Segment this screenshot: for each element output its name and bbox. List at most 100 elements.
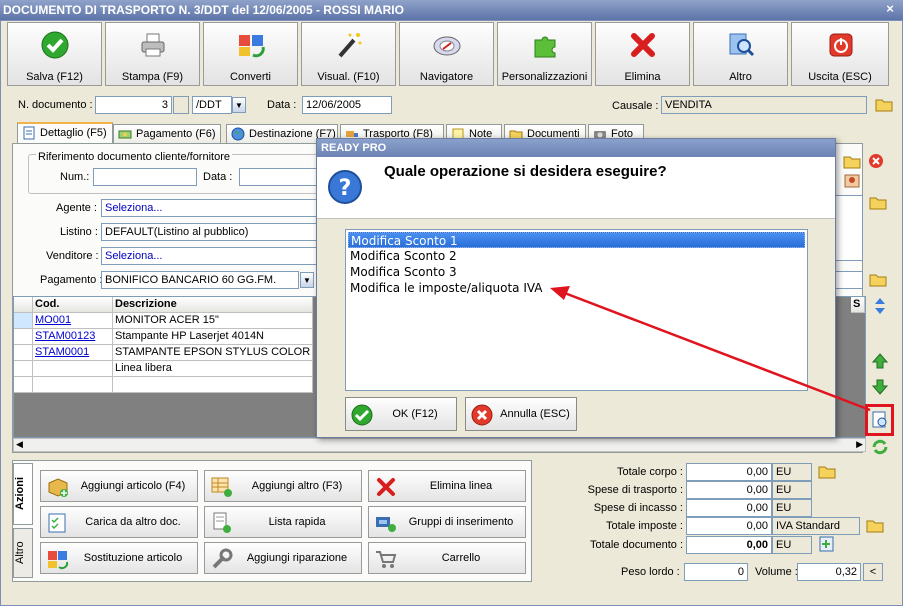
grid-cell-cod[interactable] (33, 377, 113, 393)
question-icon: ? (328, 170, 362, 204)
grid-cell-desc[interactable]: MONITOR ACER 15" (113, 313, 313, 329)
date-input[interactable]: 12/06/2005 (302, 96, 392, 114)
option-sconto-2[interactable]: Modifica Sconto 2 (348, 248, 805, 264)
tab-altro[interactable]: Altro (13, 528, 33, 578)
save-label: Salva (F12) (26, 71, 83, 83)
grid-cell-cod[interactable]: STAM00123 (33, 329, 113, 345)
checklist-icon (48, 513, 66, 533)
grid-corner (14, 297, 33, 313)
doc-total-label: Totale documento : (590, 539, 683, 551)
weight-value[interactable]: 0 (684, 563, 748, 581)
causale-input[interactable]: VENDITA (661, 96, 867, 114)
cart-button[interactable]: Carrello (368, 542, 526, 574)
notes-folder-icon[interactable] (869, 193, 887, 211)
power-icon (829, 33, 853, 57)
add-article-label: Aggiungi articolo (F4) (80, 480, 186, 492)
replace-icon (48, 551, 69, 570)
window-title: DOCUMENTO DI TRASPORTO N. 3/DDT del 12/0… (3, 3, 404, 17)
navigator-label: Navigatore (419, 71, 474, 83)
window-close-button[interactable]: × (883, 2, 897, 16)
annotation-arrow (550, 286, 871, 412)
ndoc-spin[interactable] (173, 96, 189, 114)
option-sconto-1[interactable]: Modifica Sconto 1 (348, 232, 805, 248)
magic-wand-icon (338, 33, 362, 58)
ndoc-input[interactable]: 3 (95, 96, 172, 114)
pagamento-select[interactable]: BONIFICO BANCARIO 60 GG.FM. (101, 271, 299, 289)
dialog-ok-button[interactable]: OK (F12) (345, 397, 457, 431)
save-button[interactable]: Salva (F12) (7, 22, 102, 86)
scroll-left-icon[interactable]: ◀ (16, 439, 23, 450)
grid-cell-desc[interactable]: Linea libera (113, 361, 313, 377)
puzzle-icon (534, 36, 556, 58)
agente-select[interactable]: Seleziona... (101, 199, 317, 217)
grid-cell-desc[interactable]: STAMPANTE EPSON STYLUS COLOR C... (113, 345, 313, 361)
causale-folder-icon[interactable] (875, 96, 893, 112)
ref-date-input[interactable] (239, 168, 319, 186)
insert-groups-button[interactable]: Gruppi di inserimento (368, 506, 526, 538)
grid-cell-cod[interactable]: MO001 (33, 313, 113, 329)
magnifier-icon (729, 33, 755, 57)
shipping-label: Spese di trasporto : (587, 484, 683, 496)
grid-cell-cod[interactable] (33, 361, 113, 377)
load-from-doc-label: Carica da altro doc. (85, 516, 181, 528)
convert-label: Converti (230, 71, 271, 83)
causale-label: Causale : (612, 100, 659, 112)
ref-num-input[interactable] (93, 168, 197, 186)
agente-label: Agente : (56, 202, 97, 214)
venditore-label: Venditore : (46, 250, 99, 262)
grid-cell-desc[interactable] (113, 377, 313, 393)
scroll-right-icon[interactable]: ▶ (856, 439, 863, 450)
navigator-button[interactable]: Navigatore (399, 22, 494, 86)
visual-button[interactable]: Visual. (F10) (301, 22, 396, 86)
add-repair-button[interactable]: Aggiungi riparazione (204, 542, 362, 574)
other-button[interactable]: Altro (693, 22, 788, 86)
option-sconto-3[interactable]: Modifica Sconto 3 (348, 264, 805, 280)
venditore-select[interactable]: Seleziona... (101, 247, 317, 265)
pagamento-dropdown-icon[interactable]: ▼ (300, 272, 314, 288)
add-article-button[interactable]: Aggiungi articolo (F4) (40, 470, 198, 502)
total-corpo-folder-icon[interactable] (818, 463, 836, 479)
tab-label: Dettaglio (F5) (40, 127, 107, 139)
ndoc-series-select[interactable]: /DDT (192, 96, 232, 114)
total-corpo-currency: EU (772, 463, 812, 481)
doc-total-calc-icon[interactable] (818, 536, 836, 552)
replace-article-button[interactable]: Sostituzione articolo (40, 542, 198, 574)
print-button[interactable]: Stampa (F9) (105, 22, 200, 86)
compass-icon (433, 36, 461, 56)
grid-horizontal-scrollbar[interactable]: ◀ ▶ (13, 438, 866, 452)
delete-button[interactable]: Elimina (595, 22, 690, 86)
contact-icon[interactable] (843, 172, 861, 190)
tab-dettaglio[interactable]: Dettaglio (F5) (17, 122, 113, 144)
add-other-button[interactable]: Aggiungi altro (F3) (204, 470, 362, 502)
top-folder-icon[interactable] (843, 152, 861, 170)
tab-label: Pagamento (F6) (136, 128, 216, 140)
shipping-value[interactable]: 0,00 (686, 481, 772, 499)
volume-value[interactable]: 0,32 (797, 563, 861, 581)
notes-area[interactable] (834, 195, 863, 261)
svg-text:?: ? (339, 176, 352, 201)
listino-select[interactable]: DEFAULT(Listino al pubblico) (101, 223, 317, 241)
load-from-doc-button[interactable]: Carica da altro doc. (40, 506, 198, 538)
visual-label: Visual. (F10) (317, 71, 380, 83)
ndoc-series-dropdown-icon[interactable]: ▼ (232, 97, 246, 113)
insert-groups-label: Gruppi di inserimento (408, 516, 514, 528)
collection-value[interactable]: 0,00 (686, 499, 772, 517)
taxes-value: 0,00 (686, 517, 772, 535)
convert-button[interactable]: Converti (203, 22, 298, 86)
grid-cell-cod[interactable]: STAM0001 (33, 345, 113, 361)
top-clear-icon[interactable] (867, 152, 885, 170)
tab-pagamento[interactable]: Pagamento (F6) (113, 124, 222, 144)
quick-list-button[interactable]: Lista rapida (204, 506, 362, 538)
grid-cell-desc[interactable]: Stampante HP Laserjet 4014N (113, 329, 313, 345)
taxes-folder-icon[interactable] (866, 517, 884, 533)
grid-header-desc[interactable]: Descrizione (113, 297, 313, 313)
delete-line-button[interactable]: Elimina linea (368, 470, 526, 502)
refresh-icon[interactable] (871, 438, 889, 456)
dialog-title: READY PRO (317, 139, 835, 157)
tab-azioni[interactable]: Azioni (13, 463, 33, 525)
exit-button[interactable]: Uscita (ESC) (791, 22, 889, 86)
convert-icon (239, 35, 265, 58)
grid-header-cod[interactable]: Cod. (33, 297, 113, 313)
volume-collapse-button[interactable]: < (863, 563, 883, 581)
customizations-button[interactable]: Personalizzazioni (497, 22, 592, 86)
